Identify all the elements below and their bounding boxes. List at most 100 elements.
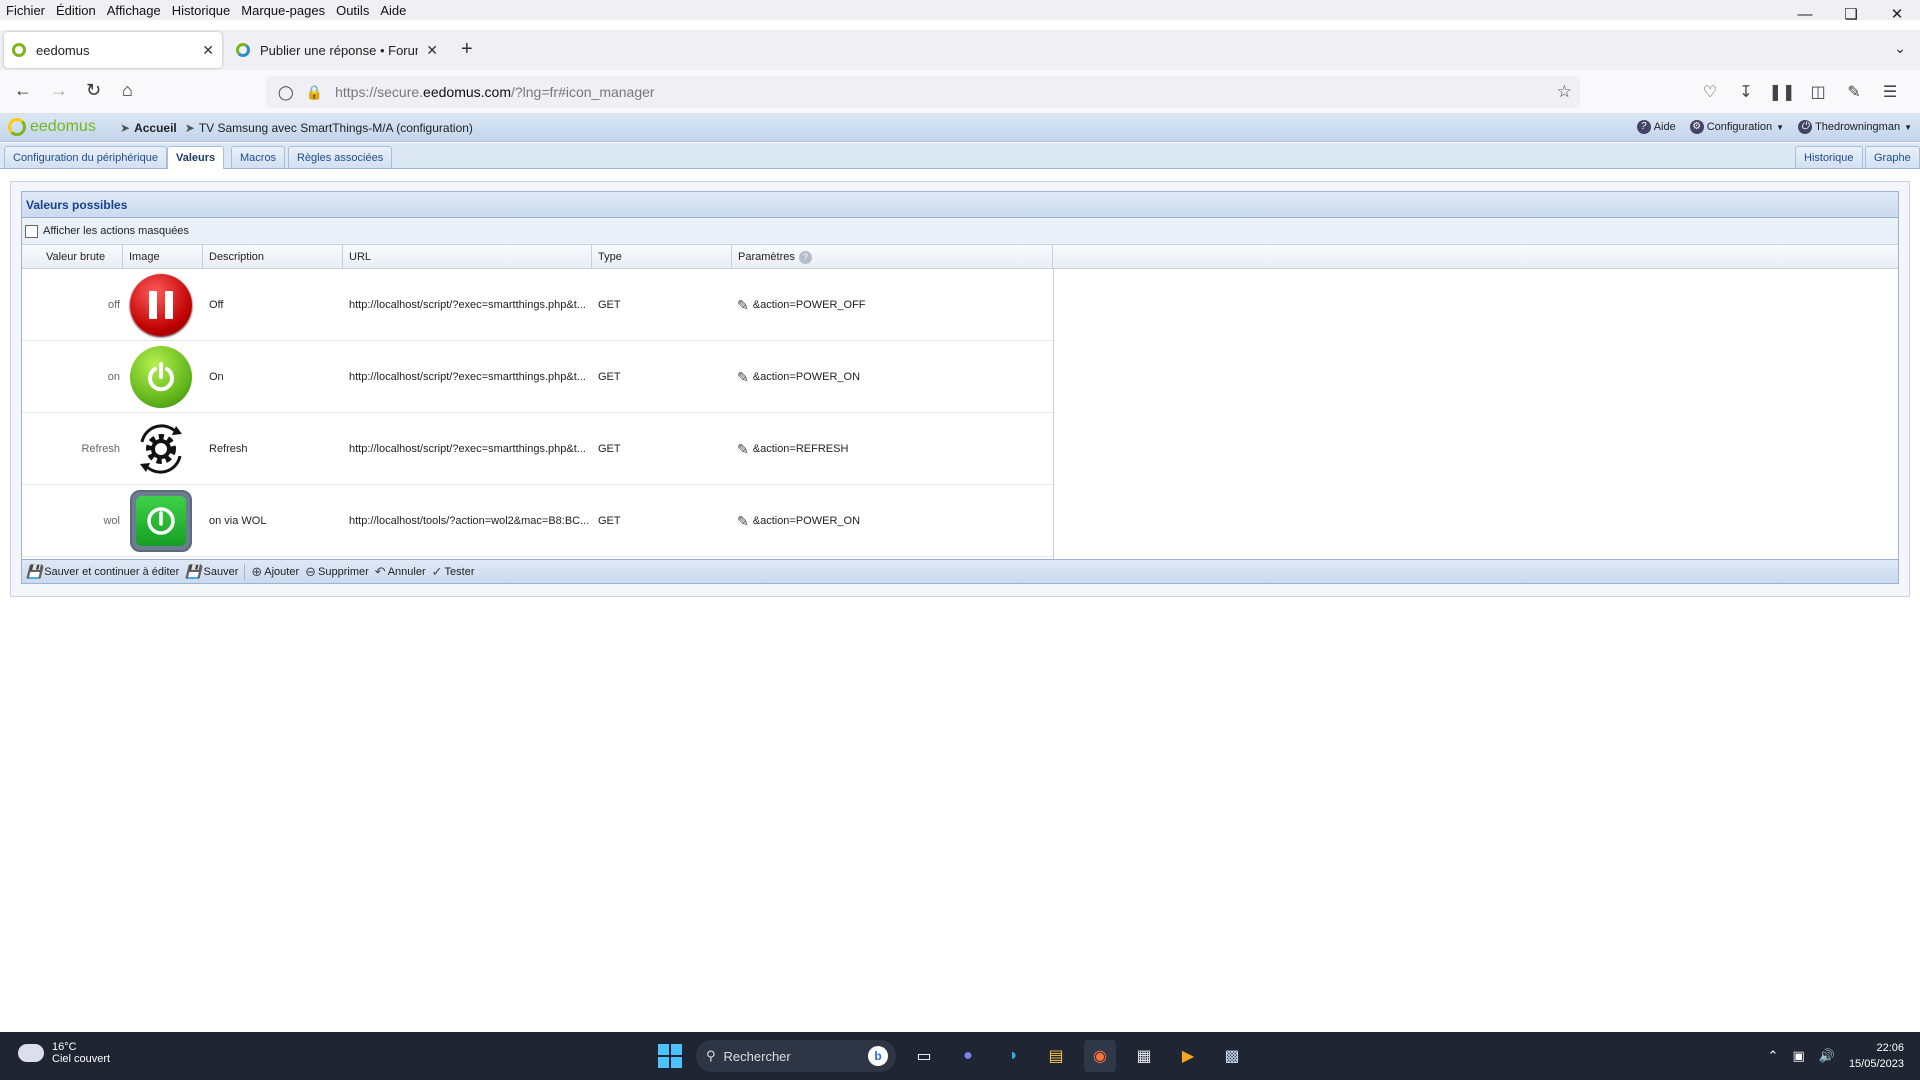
test-button[interactable]: ✓ Tester xyxy=(432,564,475,580)
reload-icon[interactable]: ↻ xyxy=(86,80,101,101)
configuration-menu[interactable]: ⚙ Configuration ▼ xyxy=(1689,120,1784,134)
menu-aide[interactable]: Aide xyxy=(380,3,406,18)
tab-valeurs[interactable]: Valeurs xyxy=(167,146,225,169)
value-type: GET xyxy=(598,515,621,527)
media-player-icon[interactable]: ▶ xyxy=(1172,1040,1204,1072)
show-hidden-checkbox[interactable] xyxy=(25,224,38,238)
col-image[interactable]: Image xyxy=(123,245,203,269)
edge-icon[interactable]: ◑ xyxy=(996,1040,1028,1072)
help-question-icon[interactable]: ? xyxy=(798,251,812,264)
restore-icon[interactable]: ❏ xyxy=(1828,0,1874,28)
address-bar[interactable]: ◯ 🔒 https://secure.eedomus.com/?lng=fr#i… xyxy=(266,76,1580,108)
menu-marque-pages[interactable]: Marque-pages xyxy=(241,3,325,18)
app-header: eedomus ➤ Accueil ➤ TV Samsung avec Smar… xyxy=(0,114,1920,142)
forward-arrow-icon[interactable]: → xyxy=(50,80,68,101)
pencil-icon[interactable]: ✎ xyxy=(737,369,749,386)
weather-widget[interactable]: 16°C Ciel couvert xyxy=(14,1038,110,1065)
new-tab-icon[interactable]: + xyxy=(461,38,473,61)
close-tab-icon[interactable]: ✕ xyxy=(202,42,214,59)
value-image[interactable] xyxy=(129,269,193,341)
tab-graphe[interactable]: Graphe xyxy=(1865,146,1920,168)
value-image[interactable] xyxy=(129,341,193,413)
windows-start-icon[interactable] xyxy=(658,1044,682,1068)
browser-tab-forum[interactable]: Publier une réponse • Forum ee ✕ xyxy=(228,32,446,68)
store-icon[interactable]: ▦ xyxy=(1128,1040,1160,1072)
shield-icon[interactable]: ◯ xyxy=(278,84,294,101)
col-parametres[interactable]: Paramètres? xyxy=(732,245,1053,269)
network-icon[interactable]: ▣ xyxy=(1792,1048,1804,1064)
tab-configuration[interactable]: Configuration du périphérique xyxy=(4,146,167,168)
table-row[interactable]: off Off http://localhost/script/?exec=sm… xyxy=(22,269,1053,341)
cancel-button[interactable]: ↶ Annuler xyxy=(375,564,426,580)
menu-outils[interactable]: Outils xyxy=(336,3,369,18)
volume-icon[interactable]: 🔊 xyxy=(1819,1048,1835,1064)
params-text: &action=POWER_ON xyxy=(752,515,861,527)
clock[interactable]: 22:06 15/05/2023 xyxy=(1849,1040,1904,1072)
table-row[interactable]: on On http://localhost/script/?exec=smar… xyxy=(22,341,1053,413)
lock-icon[interactable]: 🔒 xyxy=(306,84,323,101)
menu-historique[interactable]: Historique xyxy=(172,3,231,18)
sidebar-icon[interactable]: ◫ xyxy=(1800,82,1836,102)
value-description: Refresh xyxy=(209,443,248,455)
tab-regles[interactable]: Règles associées xyxy=(288,146,393,168)
header-actions: ? Aide ⚙ Configuration ▼ ⏻ Thedrowningman ▼ xyxy=(1623,120,1912,134)
menu-bar: Fichier Édition Affichage Historique Mar… xyxy=(0,0,1920,20)
extensions-icon[interactable]: ✎ xyxy=(1836,82,1872,102)
table-row[interactable]: wol on via WOL http://localhost/tools/?a… xyxy=(22,485,1053,557)
table-row[interactable]: Refresh Refresh http://localhost/script/… xyxy=(22,413,1053,485)
delete-button[interactable]: ⊖ Supprimer xyxy=(305,564,369,580)
eedomus-logo[interactable]: eedomus xyxy=(8,118,96,136)
bing-icon[interactable]: b xyxy=(868,1046,888,1066)
app-tabs: Configuration du périphérique Valeurs Ma… xyxy=(0,143,1920,169)
col-valeur-brute[interactable]: Valeur brute xyxy=(22,245,123,269)
eedomus-favicon-icon xyxy=(12,43,26,57)
url-text: https://secure.eedomus.com/?lng=fr#icon_… xyxy=(335,84,655,100)
taskbar-apps: ⚲ Rechercher b ▭ ● ◑ ▤ ◉ ▦ ▶ ▩ xyxy=(658,1040,1248,1072)
menu-affichage[interactable]: Affichage xyxy=(107,3,161,18)
hamburger-menu-icon[interactable]: ☰ xyxy=(1872,82,1908,102)
power-green-icon xyxy=(130,346,192,408)
task-view-icon[interactable]: ▭ xyxy=(908,1040,940,1072)
download-icon[interactable]: ↧ xyxy=(1728,82,1764,102)
value-description: On xyxy=(209,371,224,383)
close-window-icon[interactable]: ✕ xyxy=(1874,0,1920,28)
value-url: http://localhost/script/?exec=smartthing… xyxy=(349,371,586,383)
user-menu[interactable]: ⏻ Thedrowningman ▼ xyxy=(1798,120,1912,134)
taskbar-search[interactable]: ⚲ Rechercher b xyxy=(696,1040,896,1072)
tab-title: eedomus xyxy=(36,42,90,58)
library-icon[interactable]: ❚❚ xyxy=(1764,82,1800,102)
add-button[interactable]: ⊕ Ajouter xyxy=(251,564,299,580)
tab-historique[interactable]: Historique xyxy=(1795,146,1863,168)
pocket-icon[interactable]: ♡ xyxy=(1692,82,1728,102)
clock-time: 22:06 xyxy=(1876,1042,1904,1054)
tab-list-chevron-icon[interactable]: ⌄ xyxy=(1894,40,1906,57)
value-image[interactable] xyxy=(129,485,193,557)
pencil-icon[interactable]: ✎ xyxy=(737,441,749,458)
chevron-up-icon[interactable]: ⌃ xyxy=(1768,1048,1779,1064)
home-icon[interactable]: ⌂ xyxy=(122,80,133,101)
file-explorer-icon[interactable]: ▤ xyxy=(1040,1040,1072,1072)
col-type[interactable]: Type xyxy=(592,245,732,269)
col-description[interactable]: Description xyxy=(203,245,343,269)
teams-icon[interactable]: ● xyxy=(952,1040,984,1072)
menu-edition[interactable]: Édition xyxy=(56,3,96,18)
save-button[interactable]: 💾 Sauver xyxy=(185,564,238,580)
notepad-icon[interactable]: ▩ xyxy=(1216,1040,1248,1072)
browser-tab-eedomus[interactable]: eedomus ✕ xyxy=(4,32,222,68)
help-button[interactable]: ? Aide xyxy=(1636,120,1676,134)
minimize-icon[interactable]: — xyxy=(1782,0,1828,28)
close-tab-icon[interactable]: ✕ xyxy=(426,42,438,59)
save-continue-button[interactable]: 💾 Sauver et continuer à éditer xyxy=(26,564,179,580)
pencil-icon[interactable]: ✎ xyxy=(737,513,749,530)
pencil-icon[interactable]: ✎ xyxy=(737,297,749,314)
tab-macros[interactable]: Macros xyxy=(231,146,286,168)
col-url[interactable]: URL xyxy=(343,245,592,269)
raw-value: off xyxy=(107,299,120,311)
breadcrumb-home[interactable]: Accueil xyxy=(134,121,177,135)
menu-fichier[interactable]: Fichier xyxy=(6,3,45,18)
back-arrow-icon[interactable]: ← xyxy=(14,80,32,101)
value-image[interactable] xyxy=(129,413,193,485)
firefox-icon[interactable]: ◉ xyxy=(1084,1040,1116,1072)
temperature: 16°C xyxy=(52,1041,77,1053)
bookmark-star-icon[interactable]: ☆ xyxy=(1557,82,1572,102)
